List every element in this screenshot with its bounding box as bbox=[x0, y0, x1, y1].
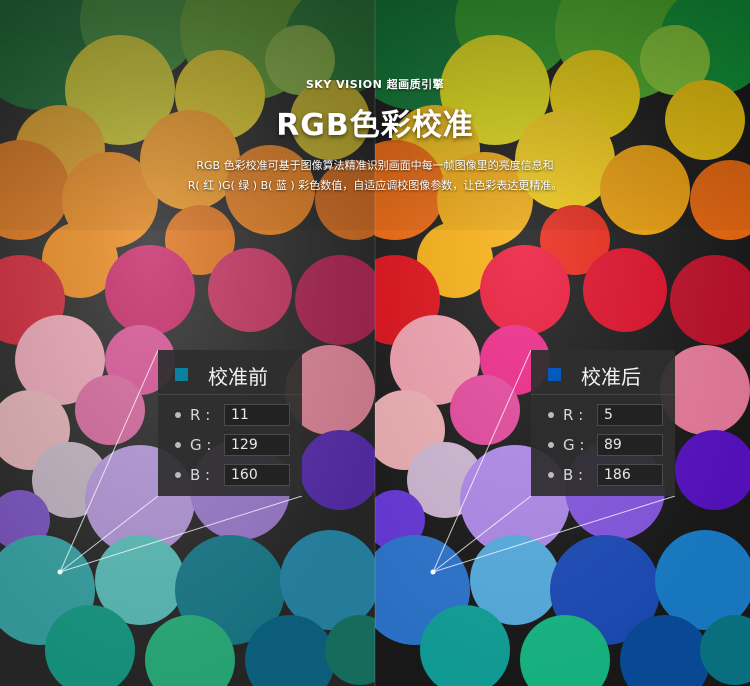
value-field-r: 5 bbox=[597, 404, 663, 426]
value-field-g: 129 bbox=[224, 434, 290, 456]
bullet-dot-icon bbox=[548, 412, 554, 418]
panel-title-after: 校准后 bbox=[581, 365, 641, 389]
rgb-row-r-after: R : 5 bbox=[531, 402, 675, 428]
color-swatch-after bbox=[548, 368, 561, 381]
rgb-calibration-banner: SKY VISION 超画质引擎 RGB色彩校准 RGB 色彩校准可基于图像算法… bbox=[0, 0, 750, 686]
panel-header: 校准后 bbox=[531, 350, 675, 395]
rgb-row-r-before: R : 11 bbox=[158, 402, 302, 428]
value-g-before: 129 bbox=[231, 437, 258, 453]
color-swatch-before bbox=[175, 368, 188, 381]
value-r-before: 11 bbox=[231, 407, 249, 423]
value-field-g: 89 bbox=[597, 434, 663, 456]
value-field-b: 186 bbox=[597, 464, 663, 486]
bullet-dot-icon bbox=[548, 472, 554, 478]
description-line-2: R( 红 )G( 绿 ) B( 蓝 ) 彩色数值，自适应调校图像参数，让色彩表达… bbox=[187, 179, 563, 192]
value-field-r: 11 bbox=[224, 404, 290, 426]
channel-label-b: B : bbox=[563, 466, 584, 484]
rgb-row-b-before: B : 160 bbox=[158, 462, 302, 488]
page-title: RGB色彩校准 bbox=[276, 108, 474, 143]
channel-label-r: R : bbox=[190, 406, 211, 424]
rgb-row-g-after: G : 89 bbox=[531, 432, 675, 458]
bullet-dot-icon bbox=[175, 412, 181, 418]
value-b-before: 160 bbox=[231, 467, 258, 483]
bullet-dot-icon bbox=[175, 442, 181, 448]
rgb-row-b-after: B : 186 bbox=[531, 462, 675, 488]
description-line-1: RGB 色彩校准可基于图像算法精准识别画面中每一帧图像里的亮度信息和 bbox=[196, 159, 554, 172]
value-b-after: 186 bbox=[604, 467, 631, 483]
panel-title-before: 校准前 bbox=[208, 365, 268, 389]
bullet-dot-icon bbox=[175, 472, 181, 478]
value-r-after: 5 bbox=[604, 407, 613, 423]
channel-label-b: B : bbox=[190, 466, 211, 484]
value-field-b: 160 bbox=[224, 464, 290, 486]
brand-label: SKY VISION 超画质引擎 bbox=[305, 78, 445, 91]
panel-header: 校准前 bbox=[158, 350, 302, 395]
rgb-row-g-before: G : 129 bbox=[158, 432, 302, 458]
bullet-dot-icon bbox=[548, 442, 554, 448]
channel-label-g: G : bbox=[190, 436, 212, 454]
value-g-after: 89 bbox=[604, 437, 622, 453]
channel-label-g: G : bbox=[563, 436, 585, 454]
channel-label-r: R : bbox=[563, 406, 584, 424]
